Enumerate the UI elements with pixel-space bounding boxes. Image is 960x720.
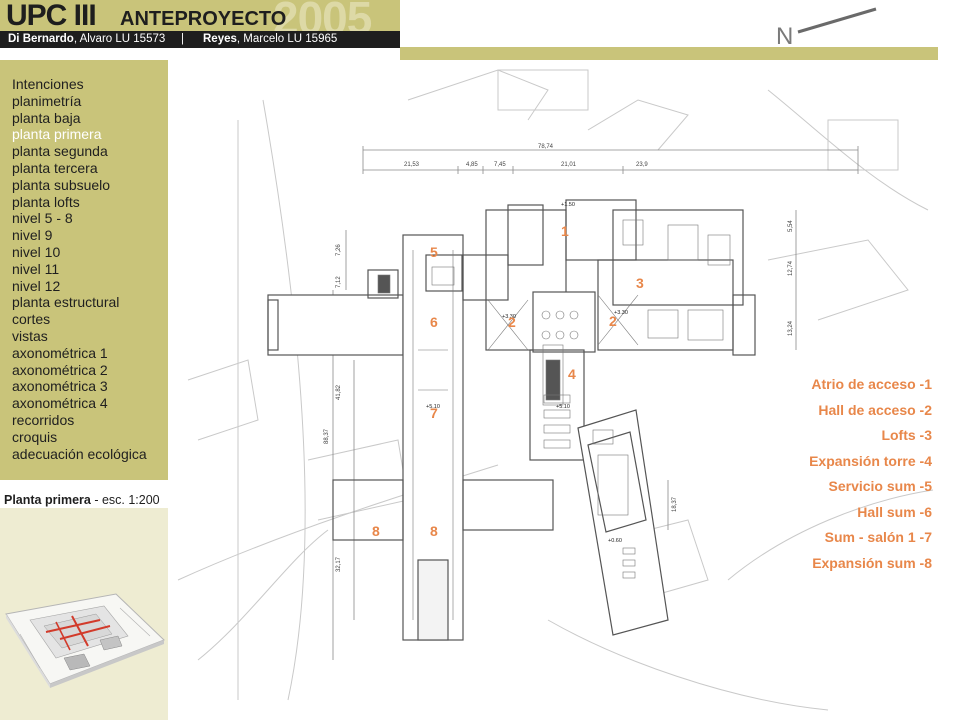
sidebar: Intenciones planimetría planta baja planta … <box>0 60 168 720</box>
dimension-extra: 18,37 <box>672 496 678 512</box>
dimension-left: 7,26 <box>336 244 342 256</box>
nav-item[interactable]: axonométrica 2 <box>12 362 147 379</box>
dimension-top: 23,9 <box>636 162 648 168</box>
legend-item: Servicio sum -5 <box>828 478 933 494</box>
legend-item: Sum - salón 1 -7 <box>824 529 932 545</box>
building-outline <box>267 199 756 641</box>
dimension-texts: 78,74 21,53 4,85 7,45 21,01 23,9 7,26 7,… <box>324 144 794 572</box>
north-arrow-icon: N <box>776 7 877 50</box>
nav-item[interactable]: nivel 11 <box>12 261 147 278</box>
dimension-top: 4,85 <box>466 162 478 168</box>
dimension-top: 21,53 <box>404 162 420 168</box>
legend-item: Expansión torre -4 <box>809 452 932 469</box>
legend-item: Hall sum -6 <box>857 503 932 520</box>
legend-item: Expansión sum -8 <box>812 554 932 571</box>
nav-item[interactable]: axonométrica 1 <box>12 345 147 362</box>
nav-item[interactable]: planimetría <box>12 93 147 110</box>
nav-item[interactable]: planta primera <box>12 126 147 143</box>
dimension-right: 13,24 <box>788 320 794 336</box>
space-number: 4 <box>568 366 576 382</box>
author-1-name: Di Bernardo <box>8 33 74 45</box>
nav-item[interactable]: planta segunda <box>12 143 147 160</box>
level-mark: +1.50 <box>561 202 575 208</box>
nav-item[interactable]: adecuación ecológica <box>12 446 147 463</box>
dimension-left: 7,12 <box>336 276 342 288</box>
caption-bar: Planta primera - esc. 1:200 <box>0 480 168 508</box>
dimension-left: 41,82 <box>336 384 342 400</box>
project-title: UPC III <box>6 0 97 32</box>
dimension-total: 78,74 <box>538 144 554 150</box>
caption-scale: - esc. 1:200 <box>90 493 160 507</box>
nav-item[interactable]: vistas <box>12 328 147 345</box>
dimension-left: 88,37 <box>324 428 330 444</box>
nav-item[interactable]: cortes <box>12 311 147 328</box>
level-mark: +0.60 <box>608 538 622 544</box>
caption-title: Planta primera <box>4 493 91 507</box>
nav-item[interactable]: planta tercera <box>12 160 147 177</box>
nav-item[interactable]: planta estructural <box>12 294 147 311</box>
nav-item[interactable]: axonométrica 3 <box>12 378 147 395</box>
header-banner: UPC III 2005 ANTEPROYECTO Di Bernardo, A… <box>0 0 400 48</box>
level-mark: +5.10 <box>556 404 570 410</box>
nav-menu: Intenciones planimetría planta baja planta … <box>12 76 147 462</box>
north-label: N <box>776 23 793 50</box>
legend-item: Hall de acceso -2 <box>818 401 932 418</box>
space-number: 8 <box>372 523 380 539</box>
nav-item[interactable]: nivel 9 <box>12 227 147 244</box>
space-number: 5 <box>430 244 438 260</box>
authors-bar: Di Bernardo, Alvaro LU 15573 | Reyes, Ma… <box>0 31 400 48</box>
project-subtitle: ANTEPROYECTO <box>120 8 287 30</box>
nav-item[interactable]: croquis <box>12 429 147 446</box>
author-2: Reyes, Marcelo LU 15965 <box>203 31 337 48</box>
dimension-right: 12,74 <box>788 260 794 276</box>
space-number: 1 <box>561 223 569 239</box>
space-number: 7 <box>430 405 438 421</box>
nav-item[interactable]: nivel 5 - 8 <box>12 210 147 227</box>
dimension-right: 5,54 <box>788 220 794 232</box>
space-number: 2 <box>609 313 617 329</box>
nav-item[interactable]: Intenciones <box>12 76 147 93</box>
spaces-legend: Atrio de acceso -1 Hall de acceso -2 Lofts… <box>790 372 932 576</box>
space-number: 8 <box>430 523 438 539</box>
author-2-detail: , Marcelo LU 15965 <box>236 33 338 45</box>
plan-caption: Planta primera - esc. 1:200 <box>4 493 160 507</box>
legend-item: Atrio de acceso -1 <box>811 376 932 392</box>
nav-panel: Intenciones planimetría planta baja planta … <box>0 60 168 480</box>
space-number: 6 <box>430 314 438 330</box>
nav-item[interactable]: planta lofts <box>12 194 147 211</box>
dimension-top: 7,45 <box>494 162 506 168</box>
author-separator: | <box>181 33 184 45</box>
author-2-name: Reyes <box>203 33 237 45</box>
space-number: 3 <box>636 275 644 291</box>
legend-item: Lofts -3 <box>881 427 932 443</box>
right-margin <box>938 0 960 720</box>
dimension-top: 21,01 <box>561 162 577 168</box>
thumbnail-drawing <box>5 593 165 688</box>
author-1: Di Bernardo, Alvaro LU 15573 <box>8 31 165 48</box>
nav-item[interactable]: nivel 10 <box>12 244 147 261</box>
nav-item[interactable]: planta subsuelo <box>12 177 147 194</box>
nav-item[interactable]: nivel 12 <box>12 278 147 295</box>
axonometric-thumbnail[interactable] <box>0 508 168 720</box>
space-number: 2 <box>508 314 516 330</box>
nav-item[interactable]: planta baja <box>12 110 147 127</box>
nav-item[interactable]: axonométrica 4 <box>12 395 147 412</box>
dimension-left: 32,17 <box>336 556 342 572</box>
author-1-detail: , Alvaro LU 15573 <box>73 33 166 45</box>
nav-item[interactable]: recorridos <box>12 412 147 429</box>
